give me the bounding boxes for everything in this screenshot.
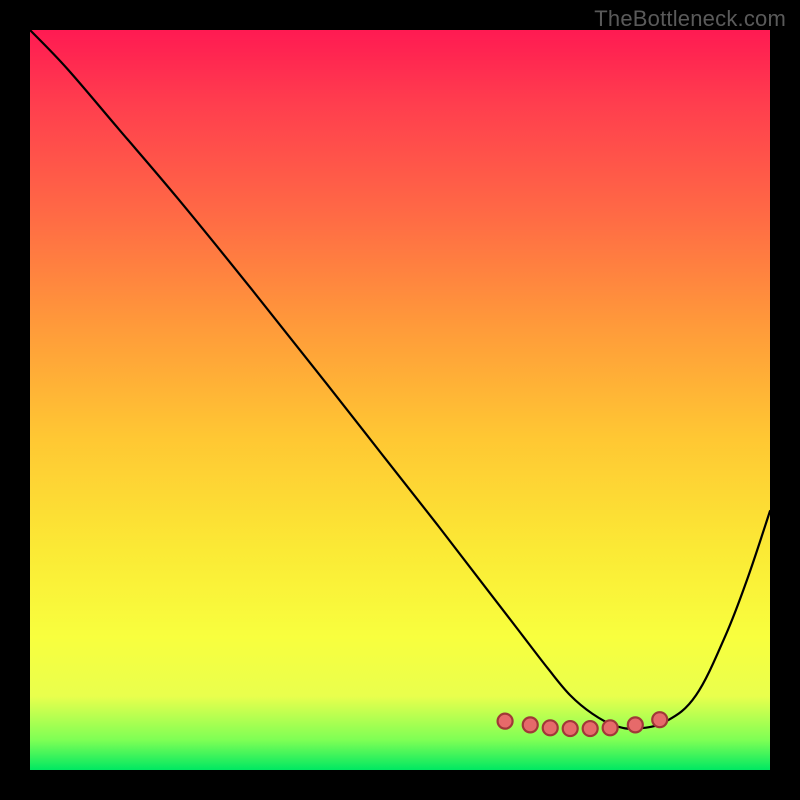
marker-point <box>523 717 538 732</box>
marker-point <box>628 717 643 732</box>
optimal-range-markers <box>498 712 668 736</box>
watermark-text: TheBottleneck.com <box>594 6 786 32</box>
marker-point <box>603 720 618 735</box>
chart-svg <box>30 30 770 770</box>
marker-point <box>543 720 558 735</box>
chart-plot-area <box>30 30 770 770</box>
marker-point <box>652 712 667 727</box>
marker-point <box>563 721 578 736</box>
chart-stage: TheBottleneck.com <box>0 0 800 800</box>
marker-point <box>498 714 513 729</box>
bottleneck-curve <box>30 30 770 729</box>
marker-point <box>583 721 598 736</box>
